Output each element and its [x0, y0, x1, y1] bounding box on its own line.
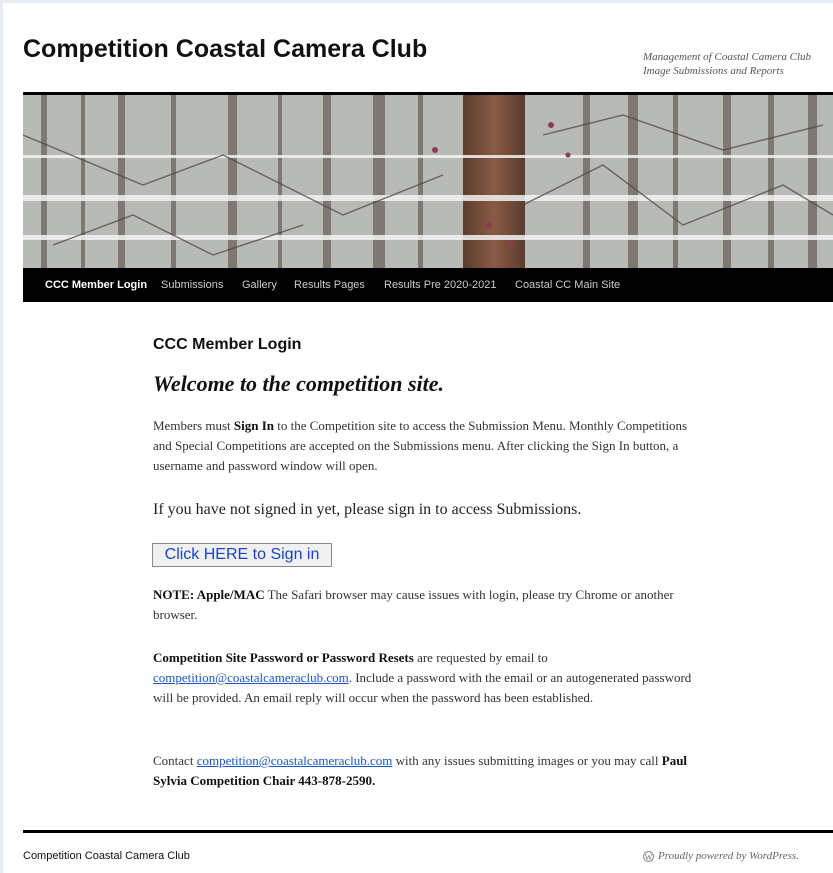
- tagline-line-1: Management of Coastal Camera Club: [643, 51, 812, 63]
- contact-email-link[interactable]: competition@coastalcameraclub.com: [197, 753, 393, 768]
- intro-sign-in-bold: Sign In: [233, 418, 275, 433]
- main-navigation: CCC Member Login Submissions Gallery Res…: [23, 268, 833, 302]
- contact-text-1: Contact: [153, 753, 197, 768]
- page-title: CCC Member Login: [153, 336, 302, 353]
- site-tagline: Management of Coastal Camera Club Image …: [643, 50, 833, 78]
- contact-text-2: with any issues submitting images or you…: [392, 753, 662, 768]
- note-label: NOTE: Apple/MAC: [153, 587, 265, 602]
- signin-notice: If you have not signed in yet, please si…: [153, 501, 582, 518]
- sign-in-button[interactable]: Click HERE to Sign in: [152, 543, 332, 567]
- header-banner-image[interactable]: [23, 95, 833, 268]
- wordpress-icon: W: [643, 851, 654, 862]
- safari-note: NOTE: Apple/MAC The Safari browser may c…: [153, 585, 703, 625]
- footer-powered-text: Proudly powered by WordPress.: [658, 850, 799, 862]
- contact-paragraph: Contact competition@coastalcameraclub.co…: [153, 751, 703, 791]
- reset-text-1: are requested by email to: [413, 650, 548, 665]
- tagline-line-2: Image Submissions and Reports: [643, 65, 784, 77]
- password-reset-paragraph: Competition Site Password or Password Re…: [153, 648, 703, 708]
- welcome-heading: Welcome to the competition site.: [153, 371, 445, 396]
- nav-item-coastal-cc-main-site[interactable]: Coastal CC Main Site: [515, 268, 620, 302]
- snowy-forest-image: [23, 95, 833, 268]
- page: Competition Coastal Camera Club Manageme…: [3, 3, 833, 873]
- intro-text-start: Members must: [153, 418, 234, 433]
- nav-item-submissions[interactable]: Submissions: [161, 268, 223, 302]
- footer-powered-by[interactable]: W Proudly powered by WordPress.: [643, 850, 799, 862]
- footer-divider: [23, 830, 833, 833]
- nav-item-gallery[interactable]: Gallery: [242, 268, 277, 302]
- footer-site-name[interactable]: Competition Coastal Camera Club: [23, 850, 190, 862]
- nav-item-results-pre-2020-2021[interactable]: Results Pre 2020-2021: [384, 268, 497, 302]
- site-title[interactable]: Competition Coastal Camera Club: [23, 35, 427, 64]
- intro-paragraph: Members must Sign In to the Competition …: [153, 416, 703, 476]
- reset-bold: Competition Site Password or Password Re…: [153, 650, 414, 665]
- nav-item-ccc-member-login[interactable]: CCC Member Login: [45, 268, 147, 302]
- nav-item-results-pages[interactable]: Results Pages: [294, 268, 365, 302]
- reset-email-link[interactable]: competition@coastalcameraclub.com: [153, 670, 349, 685]
